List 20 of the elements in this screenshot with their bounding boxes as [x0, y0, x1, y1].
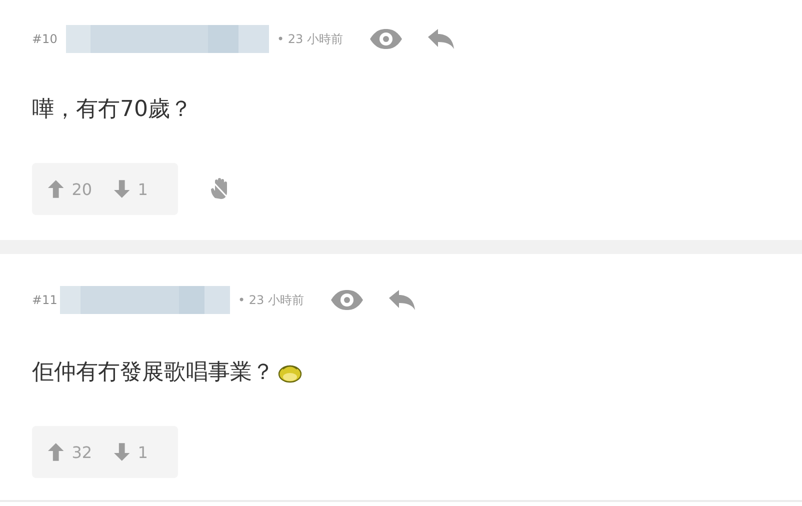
eye-icon[interactable]	[330, 289, 364, 311]
upvote-count: 32	[72, 442, 92, 462]
comment-text: 佢仲有冇發展歌唱事業？	[32, 359, 274, 387]
emoji-icon	[278, 363, 302, 383]
post-time: • 23 小時前	[277, 30, 343, 48]
downvote-icon[interactable]	[114, 180, 130, 198]
reply-icon[interactable]	[426, 28, 455, 50]
downvote-count: 1	[138, 180, 148, 198]
eye-icon[interactable]	[368, 28, 403, 50]
comment-text: 嘩，有冇70歲？	[32, 96, 192, 124]
downvote-count: 1	[138, 442, 148, 462]
reply-icon[interactable]	[388, 289, 416, 311]
upvote-count: 20	[72, 180, 92, 198]
post-number: #10	[32, 32, 58, 46]
post-number: #11	[32, 293, 58, 307]
upvote-icon[interactable]	[48, 180, 64, 198]
hand-icon[interactable]	[210, 178, 230, 200]
post-time: • 23 小時前	[238, 292, 304, 308]
upvote-icon[interactable]	[48, 443, 64, 461]
downvote-icon[interactable]	[114, 443, 130, 461]
